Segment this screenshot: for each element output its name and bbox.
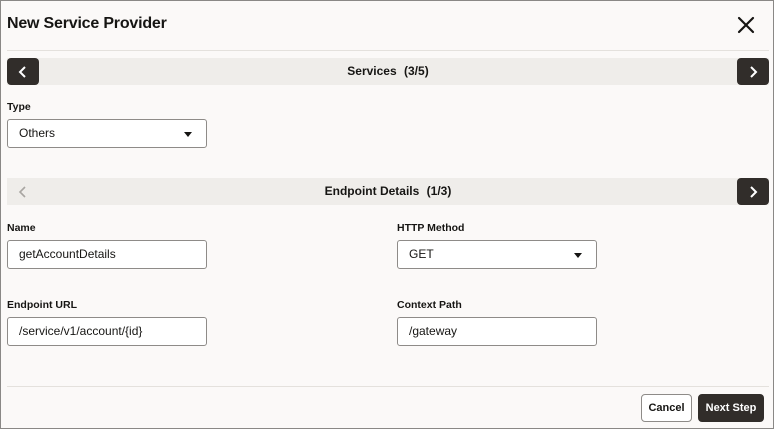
next-step-button[interactable]: Next Step [698,394,764,422]
context-path-label: Context Path [397,299,462,311]
type-label: Type [7,101,31,113]
name-input-value: getAccountDetails [19,247,116,261]
endpoint-next-button[interactable] [737,178,769,205]
footer-divider [7,386,769,387]
type-select-value: Others [19,126,56,140]
endpoint-details-heading: Endpoint Details (1/3) [7,178,769,205]
chevron-right-icon [750,65,758,78]
http-method-value: GET [409,247,434,261]
chevron-left-icon [18,185,26,198]
endpoint-previous-button[interactable] [7,178,39,205]
http-method-select[interactable]: GET [397,240,597,269]
caret-down-icon [184,132,192,137]
services-heading: Services (3/5) [7,58,769,85]
chevron-right-icon [750,185,758,198]
header-divider [7,50,769,51]
services-navigation-bar: Services (3/5) [7,58,769,85]
endpoint-url-input[interactable]: /service/v1/account/{id} [7,317,207,346]
caret-down-icon [574,253,582,258]
name-input[interactable]: getAccountDetails [7,240,207,269]
chevron-left-icon [18,65,26,78]
services-count: (3/5) [404,64,429,78]
name-label: Name [7,222,36,234]
dialog-title: New Service Provider [7,15,167,32]
type-select[interactable]: Others [7,119,207,148]
context-path-value: /gateway [409,324,458,338]
services-label: Services [347,64,397,78]
endpoint-details-label: Endpoint Details [324,184,420,198]
http-method-label: HTTP Method [397,222,465,234]
close-icon[interactable] [734,13,758,37]
endpoint-details-navigation-bar: Endpoint Details (1/3) [7,178,769,205]
new-service-provider-dialog: New Service Provider Services (3/5) Type… [0,0,774,429]
endpoint-url-value: /service/v1/account/{id} [19,324,143,338]
endpoint-url-label: Endpoint URL [7,299,77,311]
services-next-button[interactable] [737,58,769,85]
endpoint-details-count: (1/3) [426,184,452,198]
context-path-input[interactable]: /gateway [397,317,597,346]
services-previous-button[interactable] [7,58,39,85]
cancel-button[interactable]: Cancel [641,394,692,422]
